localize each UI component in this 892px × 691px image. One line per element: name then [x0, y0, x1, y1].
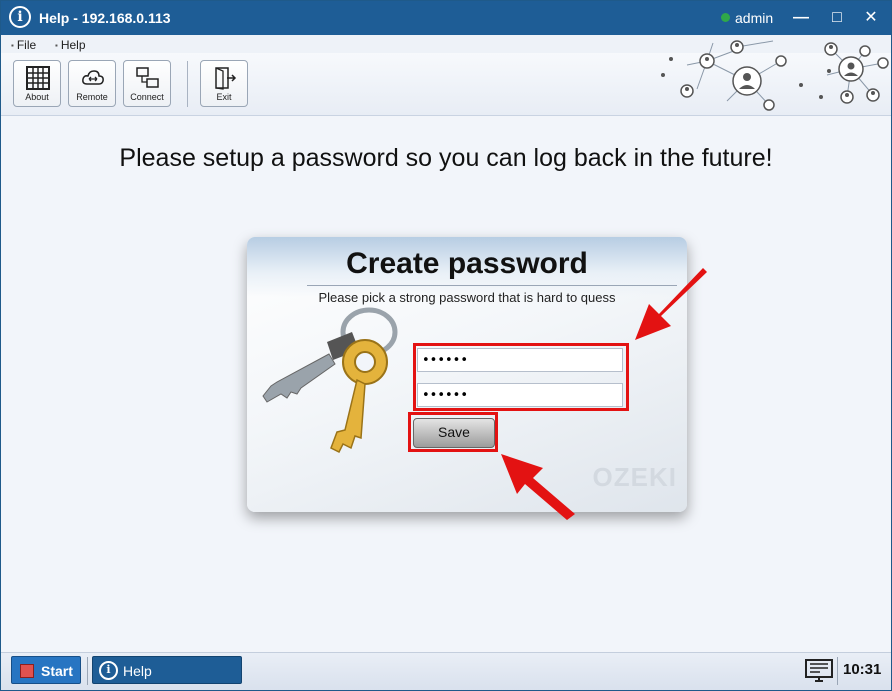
remote-button[interactable]: Remote — [68, 60, 116, 107]
menu-help[interactable]: Help — [55, 38, 86, 52]
connect-label: Connect — [130, 92, 164, 102]
arrow-to-save-icon — [501, 454, 575, 520]
taskbar-separator — [87, 657, 88, 685]
network-graphic-icon — [661, 40, 889, 111]
taskbar-help-label: Help — [123, 663, 152, 679]
page-heading: Please setup a password so you can log b… — [119, 144, 773, 172]
info-icon: i — [99, 661, 118, 680]
keys-icon — [262, 307, 398, 454]
taskbar: Start i Help 10:31 — [1, 652, 891, 690]
close-button[interactable]: ✕ — [859, 7, 883, 29]
toolbar-separator — [187, 61, 188, 107]
dialog-title: Create password — [346, 247, 588, 280]
info-icon: i — [9, 6, 31, 28]
start-button[interactable]: Start — [11, 656, 81, 684]
start-grid-icon — [20, 664, 34, 678]
main-content: Please setup a password so you can log b… — [1, 116, 891, 652]
grid-icon — [26, 66, 50, 90]
taskbar-help-item[interactable]: i Help — [92, 656, 242, 684]
clock: 10:31 — [843, 661, 882, 678]
exit-button[interactable]: Exit — [200, 60, 248, 107]
remote-label: Remote — [76, 92, 108, 102]
ozeki-watermark: OZEKI — [592, 462, 677, 492]
about-label: About — [25, 92, 49, 102]
password-fields-highlight — [413, 343, 629, 411]
exit-label: Exit — [216, 92, 232, 102]
user-name[interactable]: admin — [735, 10, 773, 26]
window-title: Help - 192.168.0.113 — [39, 10, 171, 26]
connect-button[interactable]: Connect — [123, 60, 171, 107]
arrow-to-fields-icon — [635, 268, 707, 340]
title-divider — [307, 285, 677, 286]
save-button-highlight — [408, 412, 498, 452]
online-status-icon — [721, 13, 730, 22]
menu-file[interactable]: File — [11, 38, 36, 52]
title-bar: i Help - 192.168.0.113 admin — □ ✕ — [1, 1, 891, 35]
monitor-icon[interactable] — [805, 659, 833, 683]
about-button[interactable]: About — [13, 60, 61, 107]
monitors-icon — [136, 67, 159, 88]
maximize-button[interactable]: □ — [825, 7, 849, 29]
app-window: i Help - 192.168.0.113 admin — □ ✕ File … — [0, 0, 892, 691]
cloud-icon — [82, 70, 104, 85]
exit-door-icon — [215, 67, 237, 90]
minimize-button[interactable]: — — [789, 7, 813, 29]
taskbar-separator — [837, 657, 838, 685]
start-label: Start — [41, 663, 73, 679]
